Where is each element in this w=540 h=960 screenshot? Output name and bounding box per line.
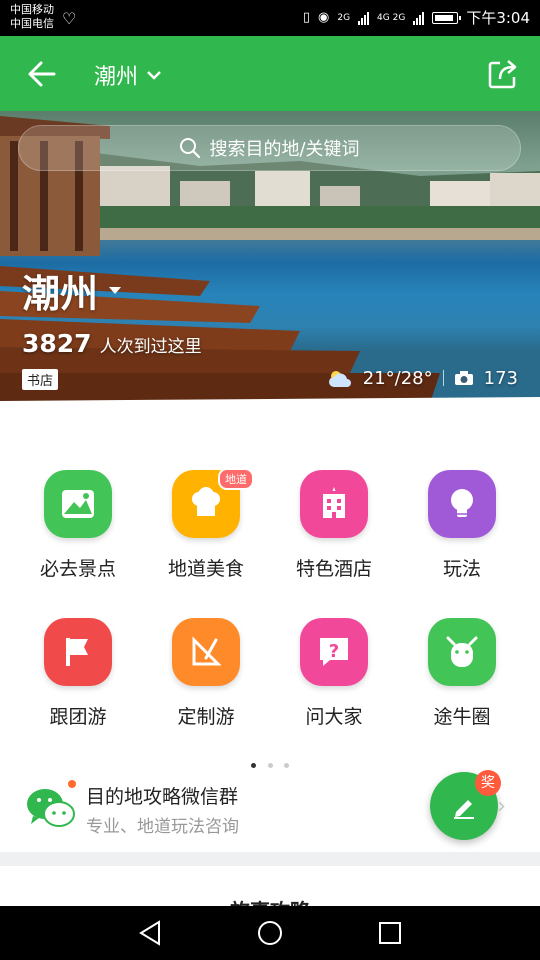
category-label: 地道美食 [167,558,244,580]
cloudy-weather-icon [328,371,351,387]
flag-icon [44,618,112,686]
category-must-see[interactable]: 必去景点 [14,470,142,581]
category-group-tour[interactable]: 跟团游 [14,618,142,729]
destination-name: 潮州 [22,272,99,316]
wechat-group-title: 目的地攻略微信群 [86,786,239,808]
signal-1-icon [358,11,370,25]
category-label: 途牛圈 [433,706,491,728]
hotel-icon [300,470,368,538]
landscape-icon [44,470,112,538]
nav-home-icon[interactable] [256,919,284,947]
category-label: 玩法 [442,558,481,580]
search-icon [180,138,201,159]
page-dot [283,763,289,768]
chevron-right-icon: › [497,794,506,819]
category-tuniu-circle[interactable]: 途牛圈 [398,618,526,729]
system-nav-bar [0,906,540,960]
category-label: 跟团游 [49,706,107,728]
category-label: 特色酒店 [295,558,372,580]
caret-down-icon [109,286,122,294]
pencil-icon [454,800,474,819]
destination-hero-banner: 搜索目的地/关键词 潮州 3827 人次到过这里 书店 21°/28° 173 [0,111,540,426]
visit-stats: 3827 人次到过这里 [22,329,202,358]
divider [442,370,444,386]
reward-badge: 奖 [475,770,501,796]
category-label: 问大家 [305,706,363,728]
bulb-icon [428,470,496,538]
category-custom-tour[interactable]: 定制游 [142,618,270,729]
signal-2-icon [413,11,425,25]
local-tag-badge: 地道 [218,468,254,490]
chevron-down-icon [147,71,161,80]
chef-hat-icon: 地道 [172,468,254,538]
nav-recents-icon[interactable] [377,919,403,947]
back-arrow-icon[interactable] [24,56,60,92]
clock: 下午3:04 [466,9,530,27]
city-selector[interactable]: 潮州 [94,59,162,91]
category-label: 定制游 [177,706,235,728]
battery-icon [432,11,462,24]
wechat-group-subtitle: 专业、地道玩法咨询 [86,817,239,837]
carrier-1: 中国移动 [10,3,54,16]
eye-icon: ◉ [318,10,330,25]
network-1: 2G [337,12,351,23]
category-ask[interactable]: ? 问大家 [270,618,398,729]
page-dot-active [251,763,257,768]
nav-back-icon[interactable] [137,919,163,947]
svg-text:?: ? [329,641,339,662]
search-placeholder: 搜索目的地/关键词 [209,139,360,160]
category-label: 必去景点 [39,558,116,580]
city-selector-label: 潮州 [94,65,139,90]
health-heart-icon: ♡ [62,9,77,28]
question-bubble-icon: ? [300,618,368,686]
search-bar[interactable]: 搜索目的地/关键词 [18,125,521,171]
visit-text: 人次到过这里 [99,337,202,357]
section-divider [0,852,540,866]
status-bar: 中国移动 中国电信 ♡ ▯ ◉ 2G 4G 2G 下午3:04 [0,0,540,36]
category-hotels[interactable]: 特色酒店 [270,470,398,581]
status-icons: ▯ ◉ 2G 4G 2G 下午3:04 [303,7,530,28]
vibrate-icon: ▯ [302,10,310,25]
ruler-pen-icon [172,618,240,686]
wechat-icon [27,789,75,827]
camera-icon[interactable] [454,370,474,386]
carrier-info: 中国移动 中国电信 [10,3,54,31]
category-play[interactable]: 玩法 [398,470,526,581]
top-app-bar: 潮州 [0,36,540,111]
visit-count: 3827 [22,329,92,358]
category-local-food[interactable]: 地道 地道美食 [142,468,270,581]
notification-dot [68,780,76,788]
cow-icon [428,618,496,686]
carrier-2: 中国电信 [10,17,54,30]
weather-photos-info: 21°/28° 173 [327,367,518,389]
temperature: 21°/28° [362,367,433,389]
network-2: 4G 2G [377,12,406,23]
page-dot [267,763,273,768]
destination-title[interactable]: 潮州 [22,263,122,318]
photo-count[interactable]: 173 [484,368,518,389]
bookstore-badge[interactable]: 书店 [22,369,59,390]
share-icon[interactable] [486,57,520,91]
